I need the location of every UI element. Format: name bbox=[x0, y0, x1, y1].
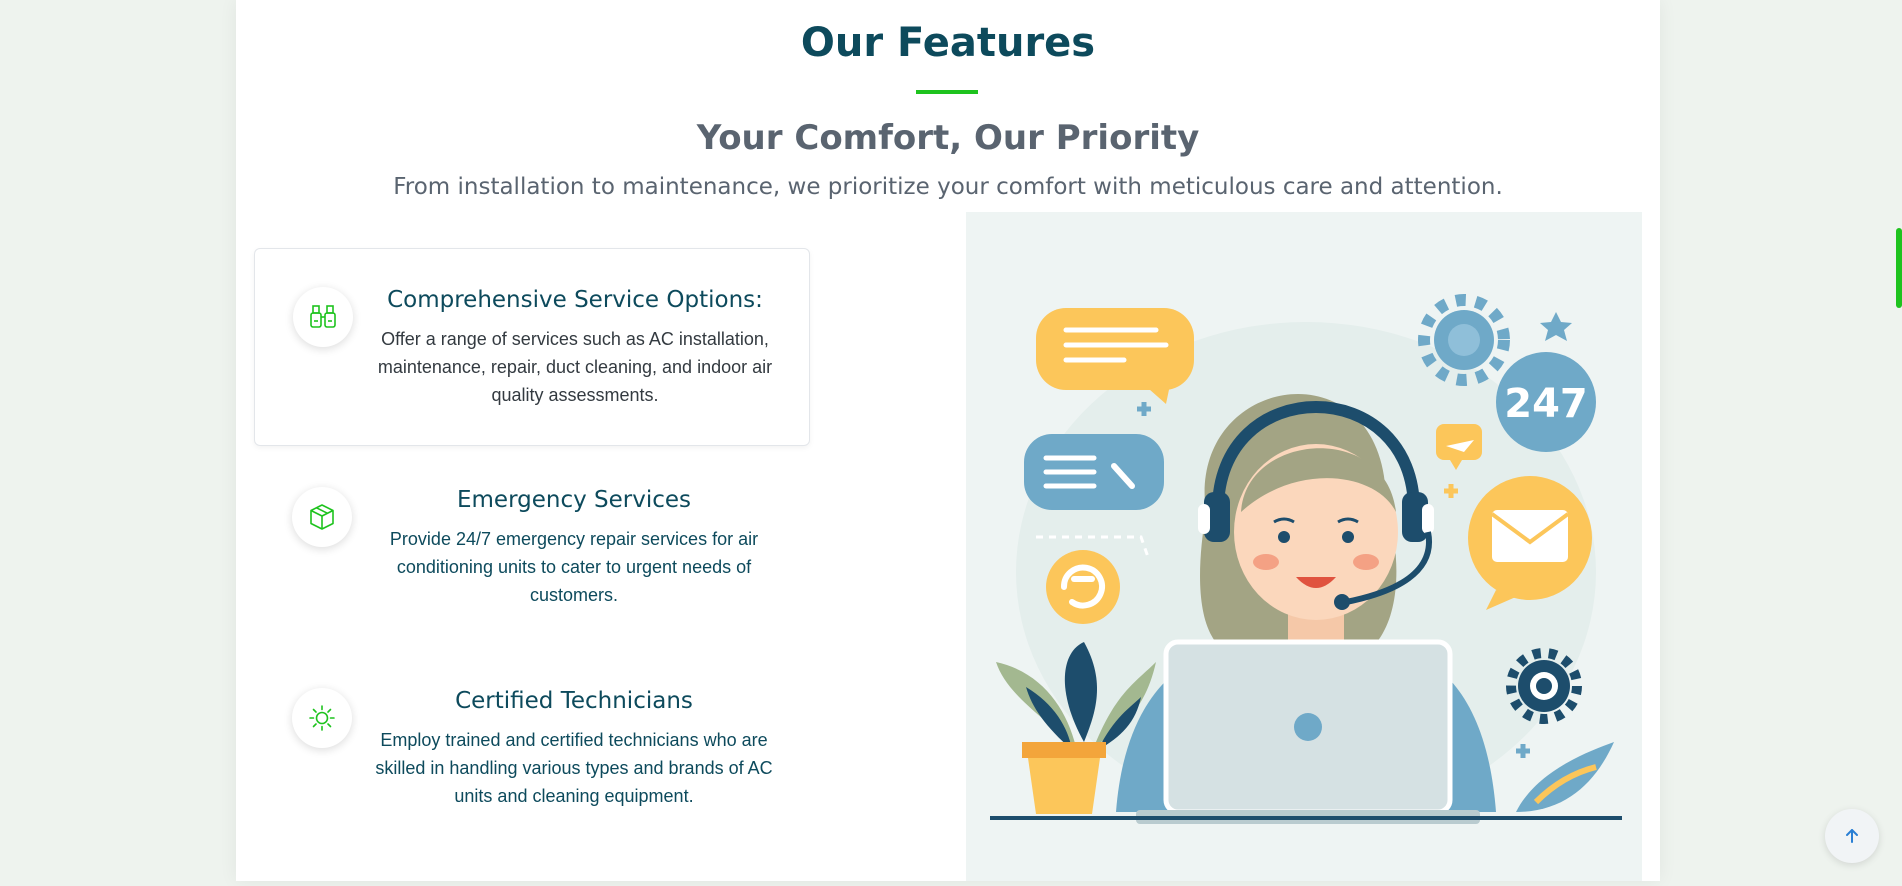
section-subtitle: Your Comfort, Our Priority bbox=[696, 118, 1200, 158]
feature-description: Offer a range of services such as AC ins… bbox=[377, 329, 773, 405]
laptop-icon bbox=[1136, 639, 1480, 824]
title-underline bbox=[916, 90, 978, 94]
refresh-icon bbox=[1046, 550, 1120, 624]
badge-247: 247 bbox=[1496, 352, 1596, 452]
feature-title: Certified Technicians bbox=[455, 688, 693, 714]
badge-247-text: 247 bbox=[1504, 381, 1588, 427]
feature-card-service-options[interactable]: Comprehensive Service Options: Offer a r… bbox=[254, 248, 810, 446]
back-to-top-button[interactable] bbox=[1825, 809, 1879, 863]
box-icon bbox=[310, 504, 334, 530]
message-bubble-icon bbox=[1024, 434, 1164, 510]
sun-icon bbox=[309, 705, 335, 731]
section-title: Our Features bbox=[800, 20, 1096, 66]
feature-card-emergency[interactable]: Emergency Services Provide 24/7 emergenc… bbox=[254, 449, 810, 647]
customer-support-illustration: 247 bbox=[966, 212, 1642, 881]
binoculars-icon bbox=[310, 305, 336, 328]
star-icon bbox=[1540, 312, 1572, 341]
feature-card-technicians[interactable]: Certified Technicians Employ trained and… bbox=[254, 650, 810, 848]
feature-title: Comprehensive Service Options: bbox=[387, 287, 763, 313]
feature-description: Employ trained and certified technicians… bbox=[375, 730, 773, 806]
section-description: From installation to maintenance, we pri… bbox=[393, 174, 1503, 200]
feature-icon-circle bbox=[293, 287, 353, 347]
feature-icon-circle bbox=[292, 688, 352, 748]
feature-icon-circle bbox=[292, 487, 352, 547]
feature-title: Emergency Services bbox=[456, 487, 692, 513]
scroll-indicator[interactable] bbox=[1896, 228, 1902, 308]
feature-text: Certified Technicians Employ trained and… bbox=[374, 688, 774, 810]
feature-text: Comprehensive Service Options: Offer a r… bbox=[375, 287, 775, 409]
features-section: Our Features Your Comfort, Our Priority … bbox=[236, 0, 1660, 881]
arrow-up-icon bbox=[1846, 829, 1858, 843]
support-agent-illustration: 247 bbox=[990, 294, 1622, 824]
feature-text: Emergency Services Provide 24/7 emergenc… bbox=[374, 487, 774, 609]
feature-description: Provide 24/7 emergency repair services f… bbox=[389, 529, 759, 605]
